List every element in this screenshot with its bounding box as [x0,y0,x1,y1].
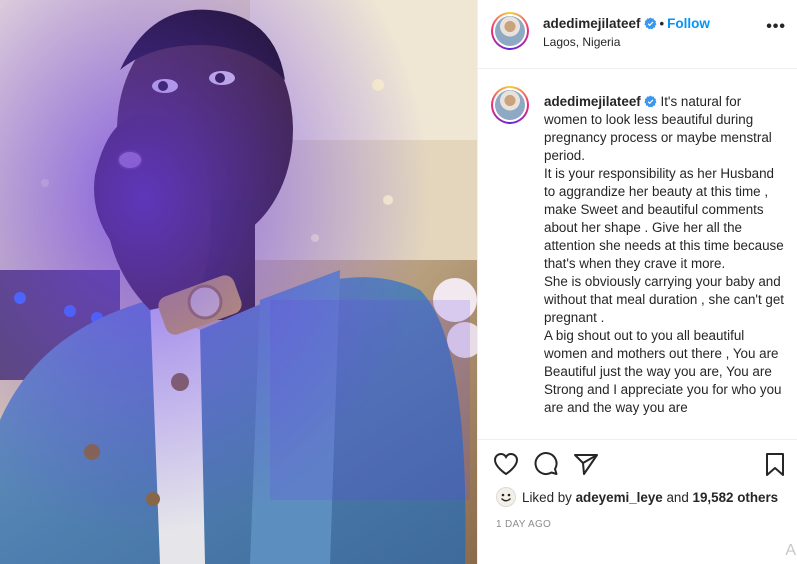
likes-conjunction: and [666,490,689,505]
post-photo[interactable] [0,0,477,564]
post-photo-image [0,0,477,564]
caption-paragraph: She is obviously carrying your baby and … [544,274,785,325]
follow-button[interactable]: Follow [667,16,710,31]
liker-username[interactable]: adeyemi_leye [576,490,663,505]
corner-letter: A [785,542,796,559]
author-username[interactable]: adedimejilateef [543,16,641,31]
post-actions: Liked by adeyemi_leye and 19,582 others … [478,439,797,564]
author-avatar[interactable] [491,12,529,50]
post-timestamp[interactable]: 1 DAY AGO [496,519,551,530]
post-location[interactable]: Lagos, Nigeria [543,35,620,49]
caption-paragraph: A big shout out to you all beautiful wom… [544,328,782,415]
verified-badge-icon [643,17,657,30]
caption-paragraph: It is your responsibility as her Husband… [544,166,784,271]
paper-plane-icon[interactable] [573,452,599,476]
likes-prefix: Liked by [522,490,572,505]
bookmark-icon[interactable] [764,452,786,478]
separator-dot: • [659,16,665,31]
comment-bubble-icon[interactable] [533,452,559,476]
caption-section: adedimejilateef It's natural for women t… [478,70,797,438]
liker-avatar-icon[interactable] [496,487,516,507]
header-user-row: adedimejilateef • Follow [543,16,710,31]
verified-badge-icon [644,95,657,108]
caption-author-avatar[interactable] [491,86,529,124]
likes-summary: Liked by adeyemi_leye and 19,582 others [496,487,778,507]
likes-others-count[interactable]: 19,582 others [693,490,779,505]
heart-icon[interactable] [493,452,519,476]
caption-paragraph: adedimejilateef It's natural for women t… [544,93,786,165]
post-header: adedimejilateef • Follow Lagos, Nigeria ••… [478,0,797,69]
post-caption: adedimejilateef It's natural for women t… [544,93,786,417]
post-sidebar: adedimejilateef • Follow Lagos, Nigeria ••… [477,0,797,564]
caption-username[interactable]: adedimejilateef [544,94,641,109]
more-options-icon[interactable]: ••• [766,19,786,35]
